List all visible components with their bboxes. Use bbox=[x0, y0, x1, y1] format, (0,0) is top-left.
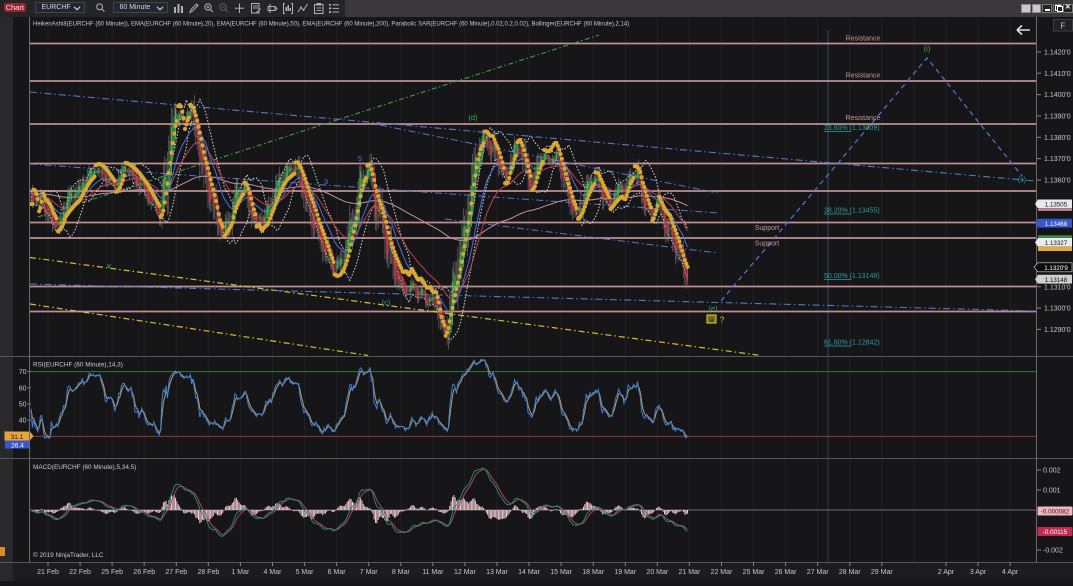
svg-text:Resistance: Resistance bbox=[846, 115, 881, 122]
svg-text:Resistance: Resistance bbox=[846, 73, 881, 80]
svg-text:-0.002: -0.002 bbox=[1043, 548, 1063, 555]
svg-text:18 Mar: 18 Mar bbox=[582, 569, 604, 576]
svg-text:2 Apr: 2 Apr bbox=[938, 569, 955, 576]
svg-text:(e): (e) bbox=[708, 304, 718, 313]
svg-text:(d): (d) bbox=[468, 113, 478, 122]
svg-text:5 Mar: 5 Mar bbox=[296, 569, 315, 576]
svg-text:1.1390'0: 1.1390'0 bbox=[1044, 113, 1071, 120]
svg-text:21 Feb: 21 Feb bbox=[37, 569, 59, 576]
svg-text:21 Mar: 21 Mar bbox=[679, 569, 701, 576]
svg-text:29 Mar: 29 Mar bbox=[871, 569, 893, 576]
svg-text:1.1310'0: 1.1310'0 bbox=[1044, 284, 1071, 291]
svg-text:50: 50 bbox=[19, 402, 27, 409]
svg-text:(ii): (ii) bbox=[1018, 175, 1027, 184]
svg-text:Resistance: Resistance bbox=[846, 36, 881, 43]
svg-text:?: ? bbox=[720, 315, 725, 325]
svg-text:0.002: 0.002 bbox=[1043, 468, 1061, 475]
svg-text:60: 60 bbox=[19, 385, 27, 392]
svg-text:4: 4 bbox=[354, 211, 358, 220]
svg-text:(i): (i) bbox=[924, 44, 931, 53]
svg-text:15 Mar: 15 Mar bbox=[550, 569, 572, 576]
svg-text:26.4: 26.4 bbox=[11, 443, 24, 450]
svg-text:0.001: 0.001 bbox=[1043, 488, 1061, 495]
svg-text:1.1370'0: 1.1370'0 bbox=[1044, 156, 1071, 163]
svg-text:1.13148: 1.13148 bbox=[1045, 277, 1068, 284]
svg-text:6 Mar: 6 Mar bbox=[328, 569, 347, 576]
svg-text:a: a bbox=[710, 317, 714, 324]
svg-text:3 Apr: 3 Apr bbox=[970, 569, 987, 576]
svg-text:5: 5 bbox=[358, 154, 362, 163]
svg-text:1.13327: 1.13327 bbox=[1045, 240, 1068, 247]
svg-text:1.1360'0: 1.1360'0 bbox=[1044, 178, 1071, 185]
svg-text:Support: Support bbox=[755, 241, 780, 248]
svg-text:1.1290'0: 1.1290'0 bbox=[1044, 327, 1071, 334]
svg-text:23.60% (1.13809): 23.60% (1.13809) bbox=[824, 125, 880, 132]
svg-text:(c): (c) bbox=[382, 298, 391, 307]
svg-text:HeikenAshi8(EURCHF (60 Minute): HeikenAshi8(EURCHF (60 Minute)), EMA(EUR… bbox=[33, 21, 629, 27]
svg-text:27 Mar: 27 Mar bbox=[807, 569, 829, 576]
svg-text:22 Mar: 22 Mar bbox=[711, 569, 733, 576]
svg-text:22 Feb: 22 Feb bbox=[69, 569, 91, 576]
svg-text:27 Feb: 27 Feb bbox=[165, 569, 187, 576]
svg-text:8 Mar: 8 Mar bbox=[392, 569, 411, 576]
svg-text:1.13468: 1.13468 bbox=[1045, 221, 1068, 228]
svg-text:3: 3 bbox=[324, 177, 328, 186]
svg-text:25 Mar: 25 Mar bbox=[743, 569, 765, 576]
svg-text:v: v bbox=[107, 261, 111, 270]
svg-text:70: 70 bbox=[19, 369, 27, 376]
svg-text:40: 40 bbox=[19, 418, 27, 425]
svg-text:61.80% (1.12842): 61.80% (1.12842) bbox=[824, 340, 880, 347]
svg-text:26 Mar: 26 Mar bbox=[775, 569, 797, 576]
svg-text:28 Mar: 28 Mar bbox=[839, 569, 861, 576]
svg-text:1 Mar: 1 Mar bbox=[231, 569, 250, 576]
svg-text:1.1420'0: 1.1420'0 bbox=[1044, 49, 1071, 56]
svg-text:20 Mar: 20 Mar bbox=[646, 569, 668, 576]
svg-text:19 Mar: 19 Mar bbox=[614, 569, 636, 576]
svg-text:4 Apr: 4 Apr bbox=[1002, 569, 1019, 576]
svg-text:12 Mar: 12 Mar bbox=[454, 569, 476, 576]
svg-text:© 2019 NinjaTrader, LLC: © 2019 NinjaTrader, LLC bbox=[33, 551, 104, 559]
svg-text:11 Mar: 11 Mar bbox=[422, 569, 444, 576]
svg-text:1.1400'0: 1.1400'0 bbox=[1044, 92, 1071, 99]
svg-text:1.1300'0: 1.1300'0 bbox=[1044, 306, 1071, 313]
svg-text:F: F bbox=[1061, 22, 1066, 31]
svg-text:38.20% (1.13455): 38.20% (1.13455) bbox=[824, 208, 880, 215]
svg-text:13 Mar: 13 Mar bbox=[486, 569, 508, 576]
svg-text:1.1410'0: 1.1410'0 bbox=[1044, 71, 1071, 78]
svg-text:Support: Support bbox=[755, 225, 780, 232]
svg-text:1.1320'9: 1.1320'9 bbox=[1044, 265, 1068, 272]
svg-text:14 Mar: 14 Mar bbox=[518, 569, 540, 576]
svg-text:-0.00115: -0.00115 bbox=[1043, 529, 1068, 536]
svg-text:31.1: 31.1 bbox=[11, 434, 24, 441]
svg-text:1: 1 bbox=[314, 201, 318, 210]
svg-text:4 Mar: 4 Mar bbox=[264, 569, 283, 576]
svg-text:2: 2 bbox=[336, 256, 340, 265]
svg-text:MACD(EURCHF (60 Minute),5,34,5: MACD(EURCHF (60 Minute),5,34,5) bbox=[33, 464, 136, 471]
svg-text:1.1380'0: 1.1380'0 bbox=[1044, 135, 1071, 142]
svg-text:1.13505: 1.13505 bbox=[1045, 202, 1068, 209]
svg-text:50.00% (1.13148): 50.00% (1.13148) bbox=[824, 273, 880, 280]
svg-text:-0.000082: -0.000082 bbox=[1041, 509, 1070, 516]
svg-text:25 Feb: 25 Feb bbox=[101, 569, 123, 576]
svg-text:RSI(EURCHF (60 Minute),14,3): RSI(EURCHF (60 Minute),14,3) bbox=[33, 362, 123, 369]
svg-text:7 Mar: 7 Mar bbox=[360, 569, 379, 576]
svg-text:26 Feb: 26 Feb bbox=[133, 569, 155, 576]
svg-text:28 Feb: 28 Feb bbox=[197, 569, 219, 576]
